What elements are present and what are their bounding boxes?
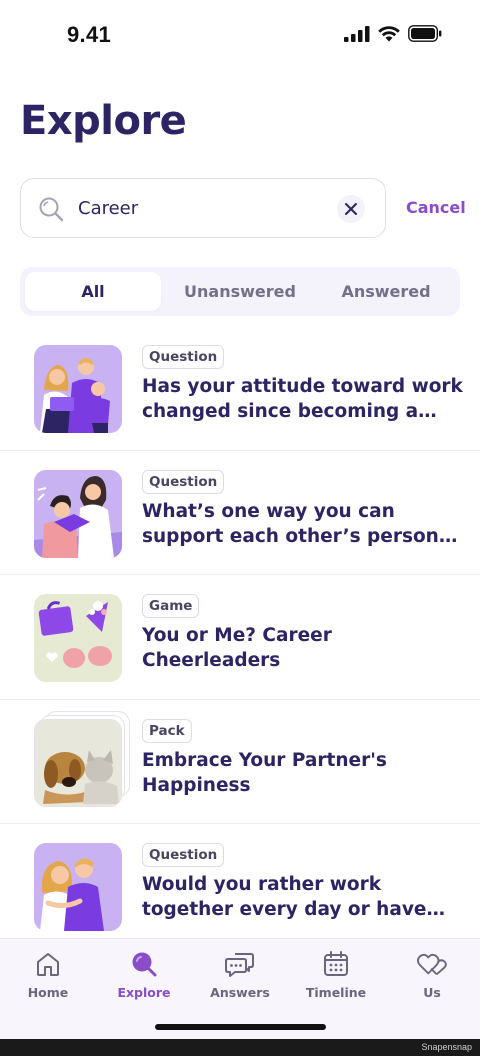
result-title: You or Me? Career Cheerleaders [142,625,332,671]
couple-hug-illustration-image [34,843,122,931]
result-type-tag: Question [142,843,225,867]
bottom-tab-bar: Home Explore Answers Timeline Us [0,938,480,1039]
clear-search-button[interactable] [337,195,365,223]
cellular-signal-icon [344,25,370,42]
couple-reading-illustration-thumbnail [34,469,122,558]
result-type-tag: Question [142,345,225,369]
tab-label: Answers [210,985,270,1000]
status-icons [344,25,442,42]
result-item[interactable]: Question What’s one way you can support … [0,451,480,575]
result-title: What’s one way you can support each othe… [142,500,458,547]
footer-strip: Snapensnap [0,1039,480,1056]
result-item[interactable]: Question Has your attitude toward work c… [0,326,480,451]
result-item[interactable]: Question Would you rather work together … [0,824,480,949]
cancel-button[interactable]: Cancel [406,198,466,217]
briefcase-pompom-illustration-image [34,594,122,682]
tab-label: Explore [117,985,171,1000]
result-title: Has your attitude toward work changed si… [142,376,463,422]
result-type-tag: Pack [142,718,192,743]
wifi-icon [378,25,400,41]
result-type-tag: Question [142,469,225,494]
watermark: Snapensnap [421,1042,472,1052]
puppy-kitten-photo-thumbnail [34,718,122,807]
tab-label: Home [27,985,69,1000]
tab-label: Us [423,985,441,1000]
tab-answers[interactable]: Answers [192,949,288,1009]
search-box[interactable] [20,178,386,238]
answers-icon [225,953,254,977]
filter-tab-all[interactable]: All [25,272,161,311]
puppy-kitten-photo-image [35,719,121,806]
page-title: Explore [20,98,187,144]
family-illustration-thumbnail [34,345,122,433]
result-item[interactable]: Game You or Me? Career Cheerleaders [0,575,480,700]
tab-label: Timeline [305,985,367,1000]
result-item[interactable]: Pack Embrace Your Partner's Happiness [0,700,480,824]
briefcase-pompom-illustration-thumbnail [34,594,122,682]
tab-timeline[interactable]: Timeline [288,949,384,1009]
result-title: Embrace Your Partner's Happiness [142,749,387,796]
home-indicator [155,1024,326,1030]
result-title: Would you rather work together every day… [142,874,427,920]
result-type-tag: Game [142,594,200,618]
explore-icon [132,952,157,977]
calendar-icon [324,951,348,976]
hearts-icon [417,953,447,976]
filter-segmented-control: All Unanswered Answered [20,267,460,316]
filter-tab-unanswered[interactable]: Unanswered [168,272,312,311]
status-bar: 9.41 [0,0,480,72]
close-icon [345,203,357,215]
tab-us[interactable]: Us [384,949,480,1009]
results-list: Question Has your attitude toward work c… [0,326,480,949]
search-icon [39,197,64,222]
tab-home[interactable]: Home [0,949,96,1009]
filter-tab-answered[interactable]: Answered [316,272,456,311]
couple-reading-illustration-image [34,469,122,558]
family-illustration-image [34,345,122,433]
tab-explore[interactable]: Explore [96,949,192,1009]
home-icon [37,953,59,976]
search-input[interactable] [78,189,328,227]
battery-icon [408,25,442,42]
status-time: 9.41 [67,22,112,47]
couple-hug-illustration-thumbnail [34,843,122,931]
